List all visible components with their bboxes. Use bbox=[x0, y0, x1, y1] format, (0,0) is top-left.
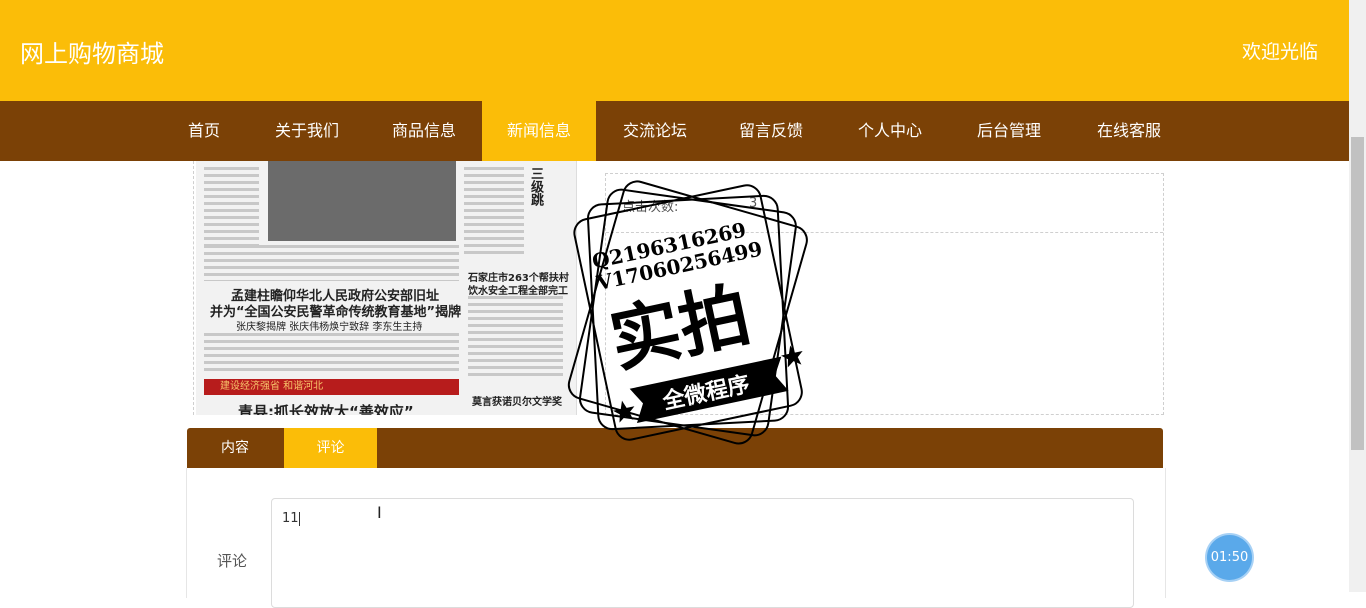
nav-item-about[interactable]: 关于我们 bbox=[256, 101, 358, 161]
welcome-text: 欢迎光临 bbox=[1241, 41, 1318, 63]
scrollbar[interactable] bbox=[1349, 0, 1366, 592]
comment-label: 评论 bbox=[217, 552, 248, 570]
nav-item-service[interactable]: 在线客服 bbox=[1078, 101, 1180, 161]
nav-item-profile[interactable]: 个人中心 bbox=[839, 101, 941, 161]
text-column bbox=[204, 333, 459, 373]
star-icon bbox=[612, 400, 635, 423]
newspaper-banner: 建设经济强省 和谐河北 bbox=[204, 379, 459, 395]
vertical-headline: 三级跳 bbox=[528, 167, 543, 206]
comment-text: 11 bbox=[282, 511, 299, 526]
text-column bbox=[464, 167, 524, 257]
nav-item-admin[interactable]: 后台管理 bbox=[958, 101, 1060, 161]
site-header: 网上购物商城 欢迎光临 bbox=[0, 0, 1349, 101]
text-column bbox=[204, 245, 459, 281]
nav-item-products[interactable]: 商品信息 bbox=[373, 101, 475, 161]
nav-item-home[interactable]: 首页 bbox=[171, 101, 237, 161]
comment-panel: 评论 11 I bbox=[186, 468, 1166, 608]
site-title[interactable]: 网上购物商城 bbox=[20, 34, 164, 69]
news-image: 三级跳 石家庄市263个帮扶村 饮水安全工程全部完工 孟建柱瞻仰华北人民政府公安… bbox=[196, 161, 577, 415]
stamp-main: 实拍 bbox=[603, 273, 757, 382]
main-nav: 首页 关于我们 商品信息 新闻信息 交流论坛 留言反馈 个人中心 后台管理 在线… bbox=[0, 101, 1349, 161]
newspaper-photo bbox=[268, 161, 456, 241]
text-caret bbox=[298, 511, 300, 526]
big-headline: 青县:抓长效放大“善效应” bbox=[238, 403, 414, 415]
nav-item-feedback[interactable]: 留言反馈 bbox=[720, 101, 822, 161]
timer-badge[interactable]: 01:50 bbox=[1207, 535, 1252, 580]
tab-comment[interactable]: 评论 bbox=[284, 428, 377, 468]
nav-item-news[interactable]: 新闻信息 bbox=[482, 101, 596, 161]
scrollbar-thumb[interactable] bbox=[1351, 137, 1364, 450]
nav-item-forum[interactable]: 交流论坛 bbox=[604, 101, 706, 161]
divider bbox=[193, 161, 195, 415]
subheadline: 张庆黎揭牌 张庆伟杨焕宁致辞 李东生主持 bbox=[236, 322, 423, 333]
tab-content[interactable]: 内容 bbox=[187, 428, 283, 468]
text-cursor-icon: I bbox=[377, 503, 382, 522]
watermark-stamp: Q2196316269 V17060256499 实拍 全微程序 bbox=[567, 180, 808, 445]
